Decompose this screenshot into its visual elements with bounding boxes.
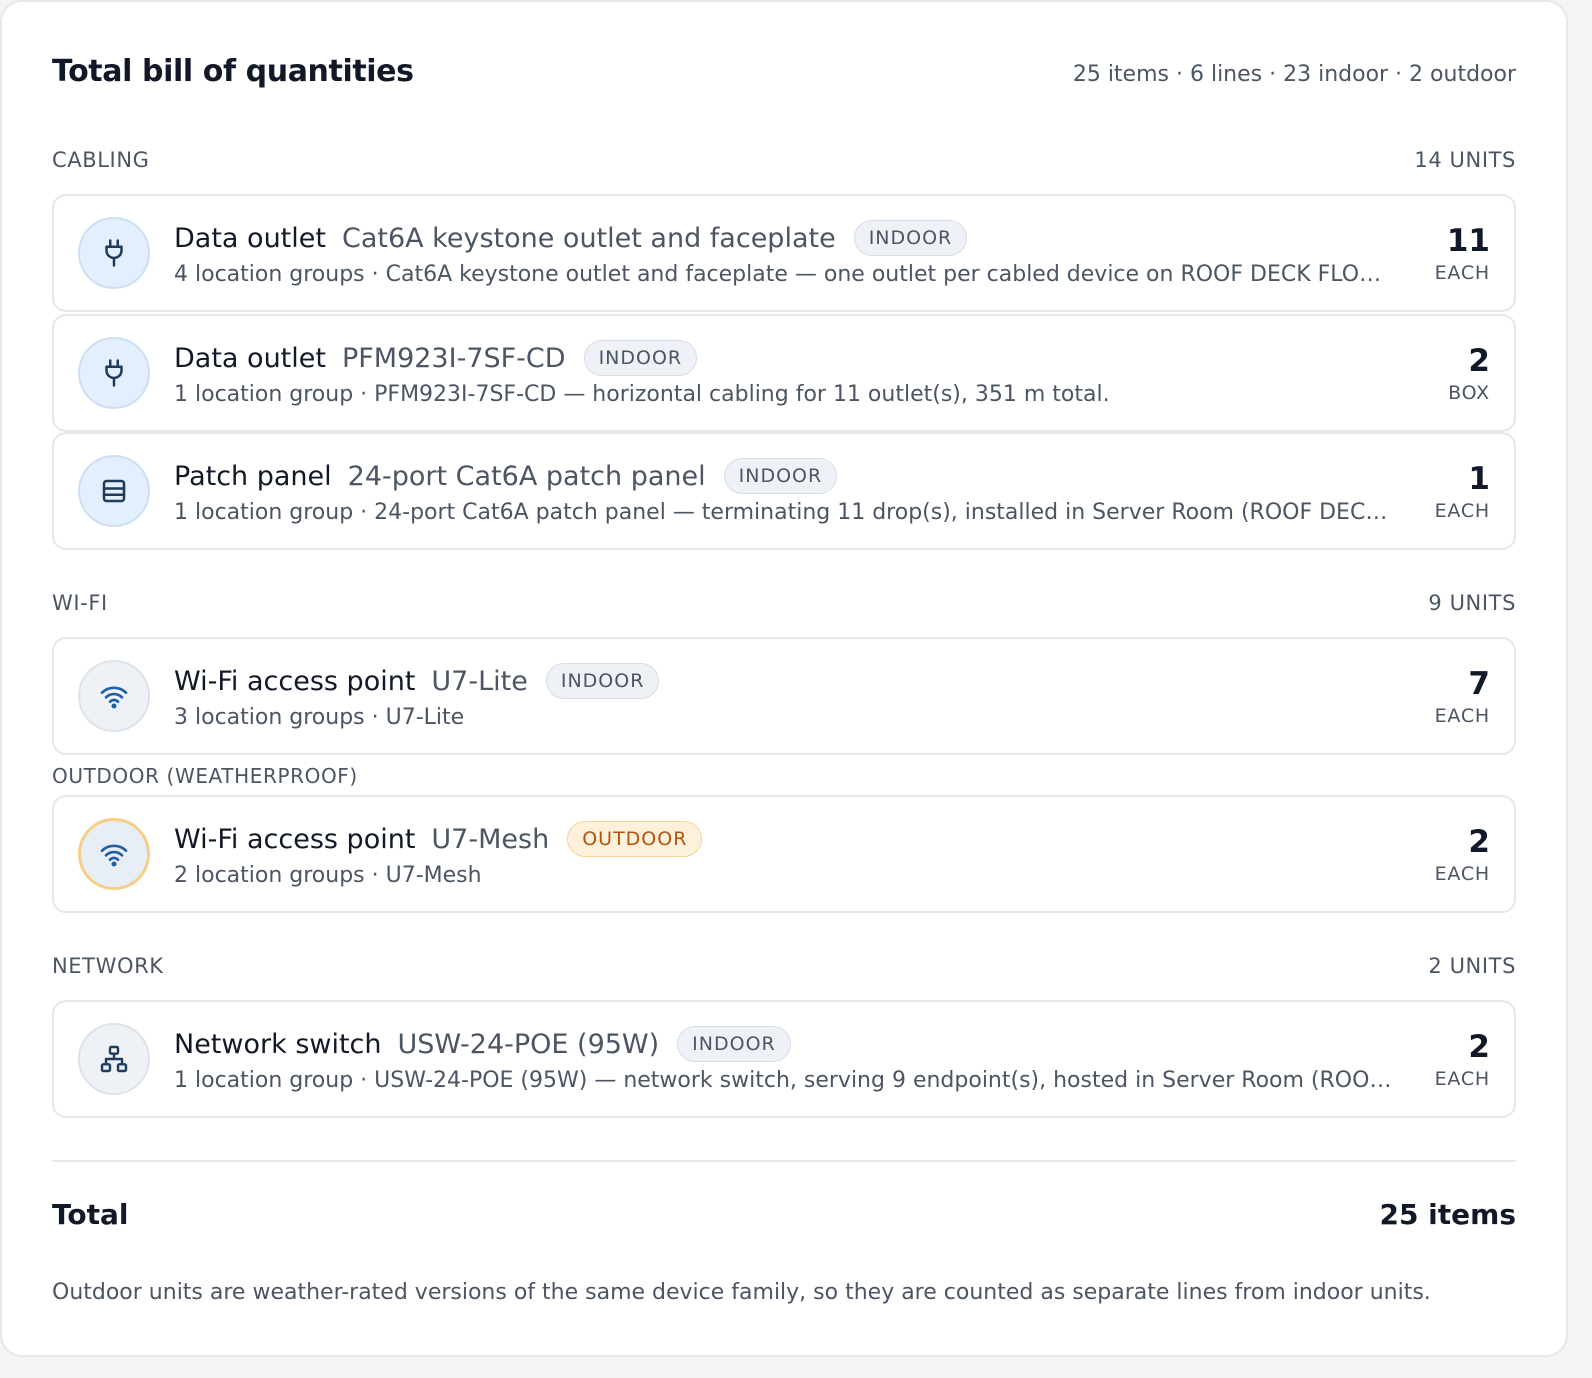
total-label: Total [52, 1198, 129, 1231]
indoor-badge: INDOOR [723, 458, 838, 494]
section-header-cabling: CABLING 14 UNITS [52, 148, 1516, 172]
total-row: Total 25 items [52, 1198, 1516, 1231]
network-icon [78, 1023, 150, 1095]
item-text: Wi-Fi access point U7-Lite INDOOR 3 loca… [174, 661, 1394, 730]
quantity-unit: EACH [1434, 262, 1490, 284]
item-detail: 1 location group · 24-port Cat6A patch p… [174, 500, 1394, 525]
panel-header: Total bill of quantities 25 items · 6 li… [52, 54, 1516, 89]
plug-icon [78, 217, 150, 289]
item-name: Data outlet [174, 222, 326, 254]
item-model: 24-port Cat6A patch panel [347, 460, 706, 492]
outdoor-badge: OUTDOOR [567, 821, 703, 857]
quantity-number: 2 [1468, 1029, 1490, 1065]
item-text: Wi-Fi access point U7-Mesh OUTDOOR 2 loc… [174, 819, 1394, 888]
section-label: CABLING [52, 148, 150, 172]
section-header-wifi: WI-FI 9 UNITS [52, 591, 1516, 615]
item-quantity: 11 EACH [1435, 222, 1490, 284]
indoor-badge: INDOOR [853, 220, 968, 256]
footnote: Outdoor units are weather-rated versions… [52, 1280, 1431, 1305]
quantity-unit: EACH [1434, 863, 1490, 885]
quantity-unit: EACH [1434, 1068, 1490, 1090]
indoor-badge: INDOOR [583, 340, 698, 376]
line-item-wifi-ap-indoor[interactable]: Wi-Fi access point U7-Lite INDOOR 3 loca… [52, 637, 1516, 755]
wifi-icon [78, 818, 150, 890]
quantity-number: 11 [1446, 223, 1490, 259]
quantity-unit: EACH [1434, 705, 1490, 727]
item-model: Cat6A keystone outlet and faceplate [341, 222, 836, 254]
quantity-number: 7 [1468, 666, 1490, 702]
item-name: Wi-Fi access point [174, 665, 416, 697]
item-name: Data outlet [174, 342, 326, 374]
summary-counts: 25 items · 6 lines · 23 indoor · 2 outdo… [1072, 62, 1516, 87]
line-item-data-outlet-cabling[interactable]: Data outlet PFM923I-7SF-CD INDOOR 1 loca… [52, 314, 1516, 432]
section-header-network: NETWORK 2 UNITS [52, 954, 1516, 978]
item-detail: 1 location group · USW-24-POE (95W) — ne… [174, 1068, 1394, 1093]
item-quantity: 2 EACH [1435, 1028, 1490, 1090]
item-text: Patch panel 24-port Cat6A patch panel IN… [174, 456, 1394, 525]
item-model: U7-Mesh [431, 823, 550, 855]
outdoor-subheader: OUTDOOR (WEATHERPROOF) [52, 764, 358, 788]
section-units: 14 UNITS [1414, 148, 1516, 172]
section-units: 9 UNITS [1428, 591, 1516, 615]
item-quantity: 2 BOX [1448, 342, 1490, 404]
line-item-network-switch[interactable]: Network switch USW-24-POE (95W) INDOOR 1… [52, 1000, 1516, 1118]
wifi-icon [78, 660, 150, 732]
line-item-data-outlet-keystone[interactable]: Data outlet Cat6A keystone outlet and fa… [52, 194, 1516, 312]
section-units: 2 UNITS [1428, 954, 1516, 978]
item-quantity: 2 EACH [1435, 823, 1490, 885]
quantity-number: 2 [1468, 343, 1490, 379]
indoor-badge: INDOOR [545, 663, 660, 699]
item-detail: 4 location groups · Cat6A keystone outle… [174, 262, 1394, 287]
panel-icon [78, 455, 150, 527]
quantity-number: 1 [1468, 461, 1490, 497]
plug-icon [78, 337, 150, 409]
bill-of-quantities-panel: Total bill of quantities 25 items · 6 li… [0, 0, 1568, 1357]
line-item-wifi-ap-outdoor[interactable]: Wi-Fi access point U7-Mesh OUTDOOR 2 loc… [52, 795, 1516, 913]
indoor-badge: INDOOR [677, 1026, 791, 1062]
section-label: NETWORK [52, 954, 164, 978]
item-model: U7-Lite [431, 665, 528, 697]
total-divider [52, 1160, 1516, 1162]
page-title: Total bill of quantities [52, 54, 414, 89]
item-model: USW-24-POE (95W) [397, 1028, 660, 1060]
item-name: Patch panel [174, 460, 332, 492]
item-model: PFM923I-7SF-CD [341, 342, 566, 374]
line-item-patch-panel[interactable]: Patch panel 24-port Cat6A patch panel IN… [52, 432, 1516, 550]
item-detail: 3 location groups · U7-Lite [174, 705, 465, 730]
item-text: Data outlet Cat6A keystone outlet and fa… [174, 218, 1394, 287]
quantity-unit: EACH [1434, 500, 1490, 522]
item-name: Wi-Fi access point [174, 823, 416, 855]
item-detail: 1 location group · PFM923I-7SF-CD — hori… [174, 382, 1110, 407]
item-quantity: 7 EACH [1435, 665, 1490, 727]
item-text: Data outlet PFM923I-7SF-CD INDOOR 1 loca… [174, 338, 1394, 407]
quantity-number: 2 [1468, 824, 1490, 860]
item-name: Network switch [174, 1028, 382, 1060]
item-quantity: 1 EACH [1435, 460, 1490, 522]
quantity-unit: BOX [1448, 382, 1490, 404]
item-detail: 2 location groups · U7-Mesh [174, 863, 482, 888]
total-value: 25 items [1379, 1198, 1516, 1231]
item-text: Network switch USW-24-POE (95W) INDOOR 1… [174, 1024, 1394, 1093]
section-label: WI-FI [52, 591, 108, 615]
